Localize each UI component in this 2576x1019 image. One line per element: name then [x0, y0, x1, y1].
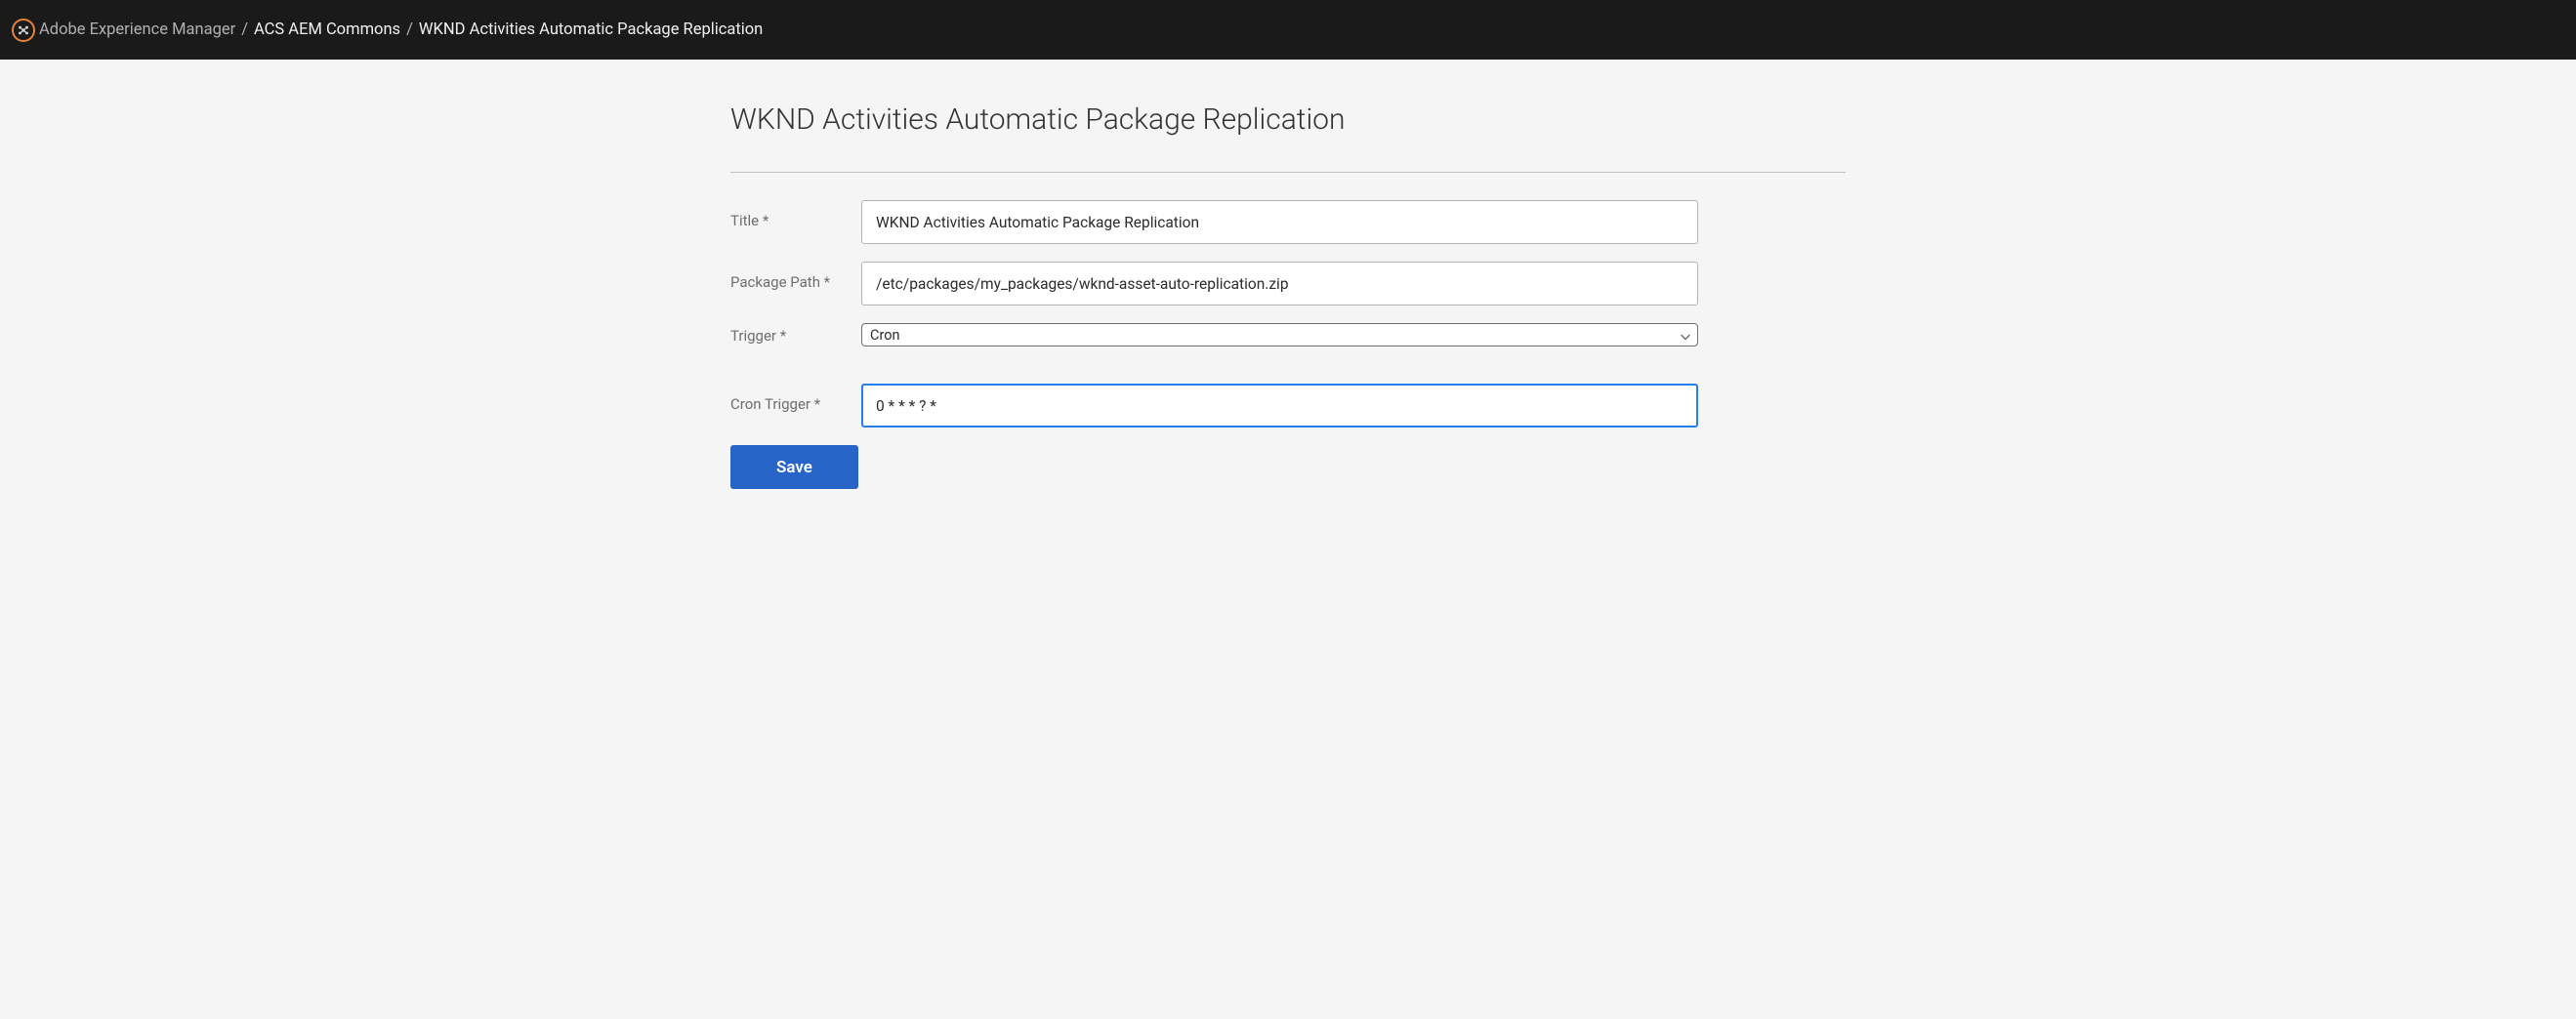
cron-trigger-input[interactable] [861, 384, 1698, 428]
package-path-label: Package Path * [730, 262, 861, 291]
form-row-title: Title * [730, 200, 1846, 244]
aem-logo-icon[interactable] [12, 19, 35, 42]
breadcrumb-item-root[interactable]: Adobe Experience Manager [39, 20, 235, 39]
form-row-cron-trigger: Cron Trigger * [730, 384, 1846, 428]
form-row-trigger: Trigger * Cron [730, 323, 1846, 346]
title-label: Title * [730, 200, 861, 229]
breadcrumb: Adobe Experience Manager / ACS AEM Commo… [39, 20, 763, 39]
save-button[interactable]: Save [730, 445, 858, 489]
divider [730, 172, 1846, 173]
header-bar: Adobe Experience Manager / ACS AEM Commo… [0, 0, 2576, 60]
form-row-package-path: Package Path * [730, 262, 1846, 306]
molecule-icon [17, 23, 30, 37]
trigger-label: Trigger * [730, 323, 861, 345]
title-input[interactable] [861, 200, 1698, 244]
main-content: WKND Activities Automatic Package Replic… [730, 60, 1846, 489]
package-path-input[interactable] [861, 262, 1698, 306]
breadcrumb-item-commons[interactable]: ACS AEM Commons [254, 20, 400, 39]
page-title: WKND Activities Automatic Package Replic… [730, 102, 1846, 137]
breadcrumb-separator: / [241, 20, 248, 39]
cron-trigger-label: Cron Trigger * [730, 384, 861, 413]
trigger-select[interactable]: Cron [861, 323, 1698, 346]
breadcrumb-separator: / [406, 20, 413, 39]
breadcrumb-item-current: WKND Activities Automatic Package Replic… [419, 20, 763, 39]
